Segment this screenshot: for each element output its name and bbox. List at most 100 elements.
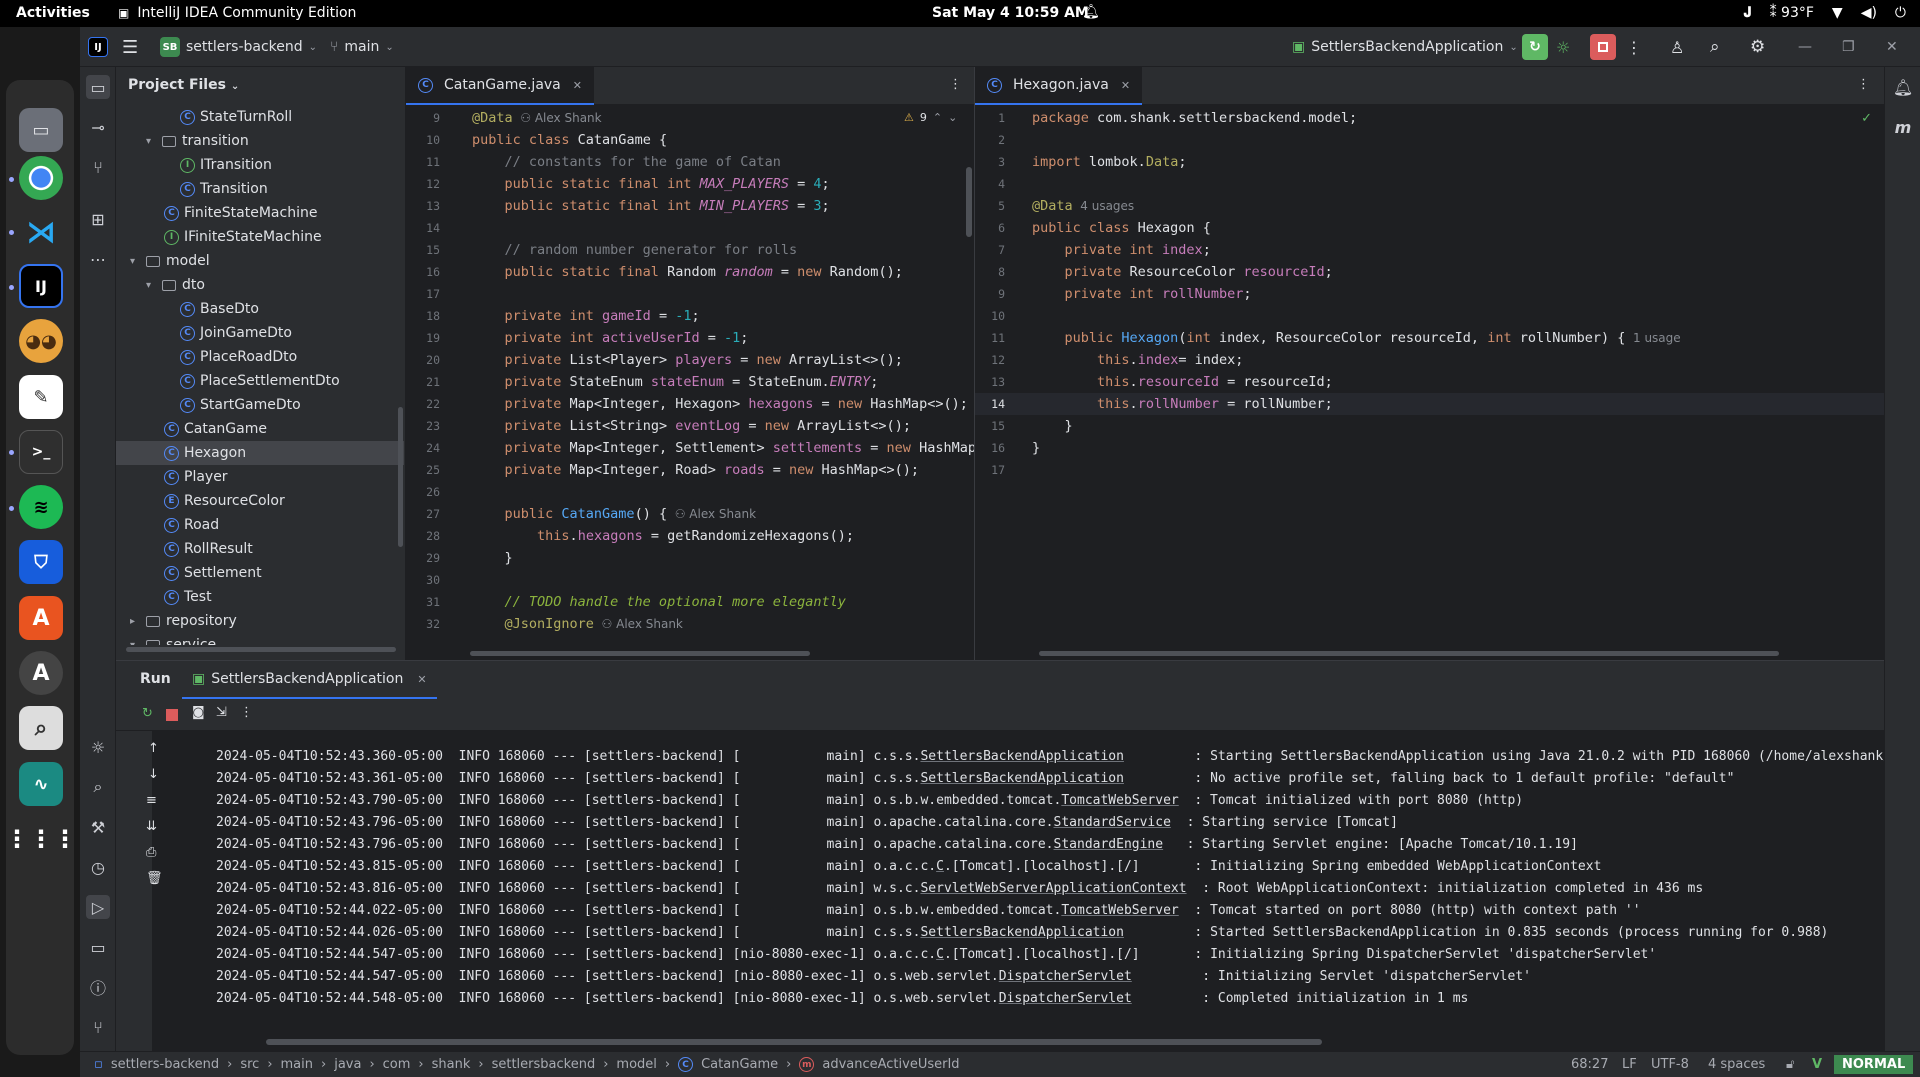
intellij-app-icon[interactable]: IJ — [19, 264, 63, 308]
breadcrumb-item[interactable]: src — [240, 1057, 259, 1072]
tree-horizontal-scrollbar[interactable] — [126, 647, 396, 652]
no-problems-check-icon[interactable]: ✓ — [1861, 111, 1872, 126]
breadcrumb-item[interactable]: com — [383, 1057, 411, 1072]
file-encoding[interactable]: UTF-8 — [1651, 1057, 1689, 1072]
tree-item[interactable]: C JoinGameDto — [116, 321, 404, 345]
vcs-branch-widget[interactable]: ⑂ main ⌄ — [330, 35, 394, 59]
files-app-icon[interactable]: ▭ — [19, 108, 63, 152]
services-tool-icon[interactable]: ◷ — [86, 855, 110, 879]
log-logger-class[interactable]: DispatcherServlet — [999, 991, 1132, 1006]
project-widget[interactable]: SB settlers-backend ⌄ — [160, 35, 317, 59]
breadcrumb-item[interactable]: shank — [432, 1057, 471, 1072]
search-everywhere-icon[interactable]: ⌕ — [1710, 35, 1720, 59]
tab-actions-icon[interactable]: ⋮ — [1857, 77, 1870, 92]
editor-scrollbar[interactable] — [966, 167, 972, 237]
tree-item[interactable]: C FiniteStateMachine — [116, 201, 404, 225]
run-config-selector[interactable]: ▣ SettlersBackendApplication ⌄ — [1292, 35, 1518, 59]
close-icon[interactable]: ✕ — [1121, 79, 1130, 92]
chevron-right-icon[interactable]: ▸ — [130, 616, 146, 627]
commit-icon[interactable]: ⊸ — [86, 115, 110, 139]
tree-item[interactable]: E ResourceColor — [116, 489, 404, 513]
project-folder-icon[interactable]: ▭ — [86, 75, 110, 99]
more-tool-windows-icon[interactable]: ⋯ — [86, 247, 110, 271]
dog-app-icon[interactable]: ◕◕ — [19, 319, 63, 363]
camera-icon[interactable]: ◙ — [192, 705, 205, 720]
vim-mode-badge[interactable]: NORMAL — [1834, 1055, 1914, 1074]
vim-icon[interactable]: V — [1812, 1057, 1822, 1072]
maven-icon[interactable]: m — [1891, 115, 1915, 139]
lock-icon[interactable]: 🔓︎ — [1786, 1057, 1794, 1072]
tree-item[interactable]: C Player — [116, 465, 404, 489]
log-logger-class[interactable]: C — [936, 947, 944, 962]
chevron-down-icon[interactable]: ▾ — [146, 136, 162, 147]
breadcrumb-item[interactable]: java — [334, 1057, 361, 1072]
structure-icon[interactable]: ⊞ — [86, 207, 110, 231]
tree-item[interactable]: C Road — [116, 513, 404, 537]
code-with-me-icon[interactable]: ♙ — [1670, 35, 1684, 59]
power-icon[interactable]: ⏻ — [1895, 5, 1906, 21]
breadcrumb-item[interactable]: settlers-backend — [111, 1057, 219, 1072]
chevron-down-icon[interactable]: ⌄ — [948, 111, 957, 124]
code-area[interactable]: 9 @Data ⚇ Alex Shank 10 public class CatanG… — [406, 105, 974, 645]
clock[interactable]: Sat May 4 10:59 AM — [932, 5, 1089, 21]
tree-item[interactable]: C Hexagon — [116, 441, 404, 465]
log-logger-class[interactable]: C — [936, 859, 944, 874]
chevron-up-icon[interactable]: ⌃ — [933, 111, 942, 124]
main-menu-icon[interactable]: ☰ — [122, 35, 138, 59]
indent-setting[interactable]: 4 spaces — [1708, 1057, 1765, 1072]
tree-item[interactable]: C StartGameDto — [116, 393, 404, 417]
tree-item[interactable]: I IFiniteStateMachine — [116, 225, 404, 249]
tree-item[interactable]: C Transition — [116, 177, 404, 201]
notifications-bell-icon[interactable]: 🔔︎ — [1891, 75, 1915, 99]
system-monitor-icon[interactable]: ∿ — [19, 762, 63, 806]
debug-button[interactable]: ☼ — [1556, 35, 1570, 59]
log-logger-class[interactable]: StandardService — [1054, 815, 1171, 830]
log-logger-class[interactable]: ServletWebServerApplicationContext — [920, 881, 1186, 896]
chevron-down-icon[interactable]: ▾ — [130, 640, 146, 646]
software-updater-icon[interactable]: A — [19, 651, 63, 695]
rerun-icon[interactable]: ↻ — [142, 706, 153, 721]
editor-horizontal-scrollbar[interactable] — [1039, 651, 1779, 656]
tree-item[interactable]: ▾ model — [116, 249, 404, 273]
app-indicator-icon[interactable]: 𝐉 — [1744, 5, 1752, 21]
tab-actions-icon[interactable]: ⋮ — [949, 77, 962, 92]
pull-requests-icon[interactable]: ⑂ — [86, 155, 110, 179]
log-logger-class[interactable]: SettlersBackendApplication — [920, 925, 1124, 940]
log-logger-class[interactable]: SettlersBackendApplication — [920, 771, 1124, 786]
breadcrumb-item[interactable]: advanceActiveUserId — [822, 1057, 959, 1072]
postman-app-icon[interactable]: ✎ — [19, 375, 63, 419]
project-view-selector[interactable]: Project Files ⌄ — [128, 77, 239, 93]
problems-tool-icon[interactable]: ⓘ — [86, 975, 110, 999]
restore-window-icon[interactable]: ❐ — [1842, 35, 1855, 59]
terminal-tool-icon[interactable]: ▭ — [86, 935, 110, 959]
exit-icon[interactable]: ⇲ — [216, 705, 227, 720]
close-icon[interactable]: ✕ — [417, 673, 426, 686]
tree-item[interactable]: C PlaceSettlementDto — [116, 369, 404, 393]
line-separator[interactable]: LF — [1622, 1057, 1637, 1072]
run-tool-icon[interactable]: ▷ — [86, 895, 110, 919]
close-icon[interactable]: ✕ — [573, 79, 582, 92]
stop-icon[interactable] — [166, 709, 178, 721]
more-icon[interactable]: ⋮ — [240, 705, 253, 720]
log-logger-class[interactable]: TomcatWebServer — [1061, 793, 1178, 808]
tree-item[interactable]: C Settlement — [116, 561, 404, 585]
minimize-window-icon[interactable]: — — [1798, 35, 1812, 59]
settings-gear-icon[interactable]: ⚙ — [1750, 35, 1765, 59]
tree-item[interactable]: C RollResult — [116, 537, 404, 561]
more-actions-icon[interactable]: ⋮ — [1626, 35, 1642, 59]
terminal-app-icon[interactable]: >_ — [19, 430, 63, 474]
log-logger-class[interactable]: SettlersBackendApplication — [920, 749, 1124, 764]
tree-item[interactable]: ▾ dto — [116, 273, 404, 297]
stop-button[interactable] — [1590, 34, 1616, 60]
build-tool-icon[interactable]: ⚒ — [86, 815, 110, 839]
tree-item[interactable]: C CatanGame — [116, 417, 404, 441]
tree-item[interactable]: ▸ repository — [116, 609, 404, 633]
console-output[interactable]: 2024-05-04T10:52:43.360-05:00 INFO 16806… — [116, 731, 1920, 1031]
breadcrumb-item[interactable]: settlersbackend — [492, 1057, 596, 1072]
app-menu[interactable]: ▣ IntelliJ IDEA Community Edition — [118, 5, 356, 21]
rerun-button[interactable]: ↻ — [1522, 34, 1548, 60]
editor-horizontal-scrollbar[interactable] — [470, 651, 810, 656]
log-logger-class[interactable]: DispatcherServlet — [999, 969, 1132, 984]
tree-item[interactable]: C PlaceRoadDto — [116, 345, 404, 369]
notification-bell-icon[interactable]: 🔔︎ — [1082, 4, 1100, 20]
